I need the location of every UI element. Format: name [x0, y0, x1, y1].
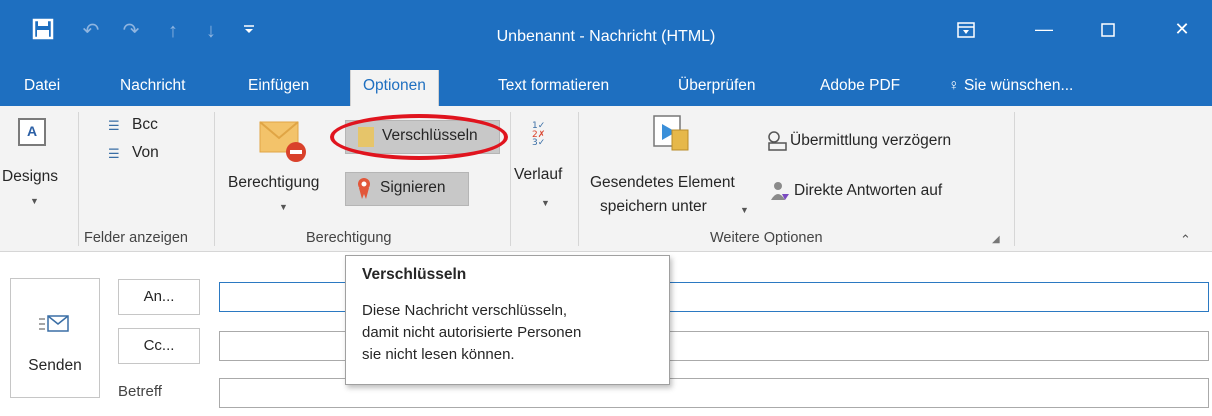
tab-ueberpruefen[interactable]: Überprüfen — [666, 70, 768, 106]
direct-replies-icon — [770, 180, 790, 206]
verlauf-button[interactable]: Verlauf — [514, 166, 562, 184]
signieren-button[interactable]: Signieren — [345, 172, 469, 206]
tooltip-title: Verschlüsseln — [362, 266, 467, 283]
ribbon-tabs: Datei Nachricht Einfügen Optionen Text f… — [0, 70, 1212, 106]
group-label-weitere: Weitere Optionen — [710, 230, 823, 246]
tab-einfuegen[interactable]: Einfügen — [236, 70, 321, 106]
send-button[interactable]: Senden — [10, 278, 100, 398]
title-bar: ↶ ↷ ↑ ↓ Unbenannt - Nachricht (HTML) — ✕ — [0, 0, 1212, 70]
ribbon: A Designs ▼ ☰ Bcc ☰ Von Felder anzeigen … — [0, 106, 1212, 252]
verlauf-dropdown-icon[interactable]: ▼ — [541, 198, 550, 208]
highlight-ellipse — [330, 114, 508, 160]
from-icon: ☰ — [108, 146, 120, 161]
close-icon[interactable]: ✕ — [1160, 12, 1204, 46]
group-separator — [214, 112, 215, 246]
group-separator — [510, 112, 511, 246]
group-separator — [578, 112, 579, 246]
send-label: Senden — [28, 357, 82, 374]
designs-icon: A — [18, 118, 46, 146]
encrypt-tooltip: Verschlüsseln Diese Nachricht verschlüss… — [345, 255, 670, 385]
tab-nachricht[interactable]: Nachricht — [108, 70, 197, 106]
permission-icon — [258, 116, 308, 168]
tell-me-search[interactable]: ♀ Sie wünschen... — [936, 70, 1085, 106]
berechtigung-button[interactable]: Berechtigung — [228, 174, 319, 192]
dialog-launcher-icon[interactable]: ◢ — [992, 234, 1000, 245]
tell-me-label: Sie wünschen... — [963, 77, 1074, 94]
send-icon — [37, 313, 71, 339]
maximize-icon[interactable] — [1086, 12, 1130, 46]
gesendetes-element-line2[interactable]: speichern unter — [600, 198, 707, 216]
tab-text-formatieren[interactable]: Text formatieren — [486, 70, 621, 106]
group-separator — [1014, 112, 1015, 246]
tab-datei[interactable]: Datei — [12, 70, 72, 106]
svg-text:3✓: 3✓ — [532, 138, 545, 146]
tooltip-line: Diese Nachricht verschlüsseln, — [362, 302, 568, 319]
tab-optionen[interactable]: Optionen — [350, 70, 439, 106]
designs-label[interactable]: Designs — [2, 168, 58, 186]
designs-dropdown-icon[interactable]: ▼ — [30, 196, 39, 206]
minimize-icon[interactable]: — — [1022, 12, 1066, 46]
signieren-label: Signieren — [380, 179, 446, 196]
lightbulb-icon: ♀ — [948, 77, 960, 94]
gesendetes-element-button[interactable]: Gesendetes Element — [590, 174, 735, 192]
tab-adobe-pdf[interactable]: Adobe PDF — [808, 70, 912, 106]
tooltip-line: sie nicht lesen können. — [362, 346, 515, 363]
group-label-felder: Felder anzeigen — [84, 230, 188, 246]
bcc-icon: ☰ — [108, 118, 120, 133]
gesendetes-dropdown-icon[interactable]: ▼ — [740, 205, 749, 215]
cc-button[interactable]: Cc... — [118, 328, 200, 364]
save-sent-item-icon — [648, 114, 692, 158]
bcc-button[interactable]: Bcc — [132, 116, 158, 134]
sign-ribbon-icon — [356, 177, 372, 205]
to-button[interactable]: An... — [118, 279, 200, 315]
verlauf-icon: 1✓ 2✗ 3✓ — [530, 118, 554, 150]
subject-label: Betreff — [118, 383, 162, 400]
tooltip-line: damit nicht autorisierte Personen — [362, 324, 582, 341]
berechtigung-dropdown-icon[interactable]: ▼ — [279, 202, 288, 212]
von-button[interactable]: Von — [132, 144, 159, 162]
ribbon-display-icon[interactable] — [944, 12, 988, 46]
group-separator — [78, 112, 79, 246]
group-label-berechtigung: Berechtigung — [306, 230, 392, 246]
collapse-ribbon-icon[interactable]: ⌃ — [1180, 232, 1191, 248]
direkte-antworten-button[interactable]: Direkte Antworten auf — [794, 182, 942, 200]
uebermittlung-verzoegern-button[interactable]: Übermittlung verzögern — [790, 132, 951, 150]
delay-delivery-icon — [766, 130, 788, 156]
